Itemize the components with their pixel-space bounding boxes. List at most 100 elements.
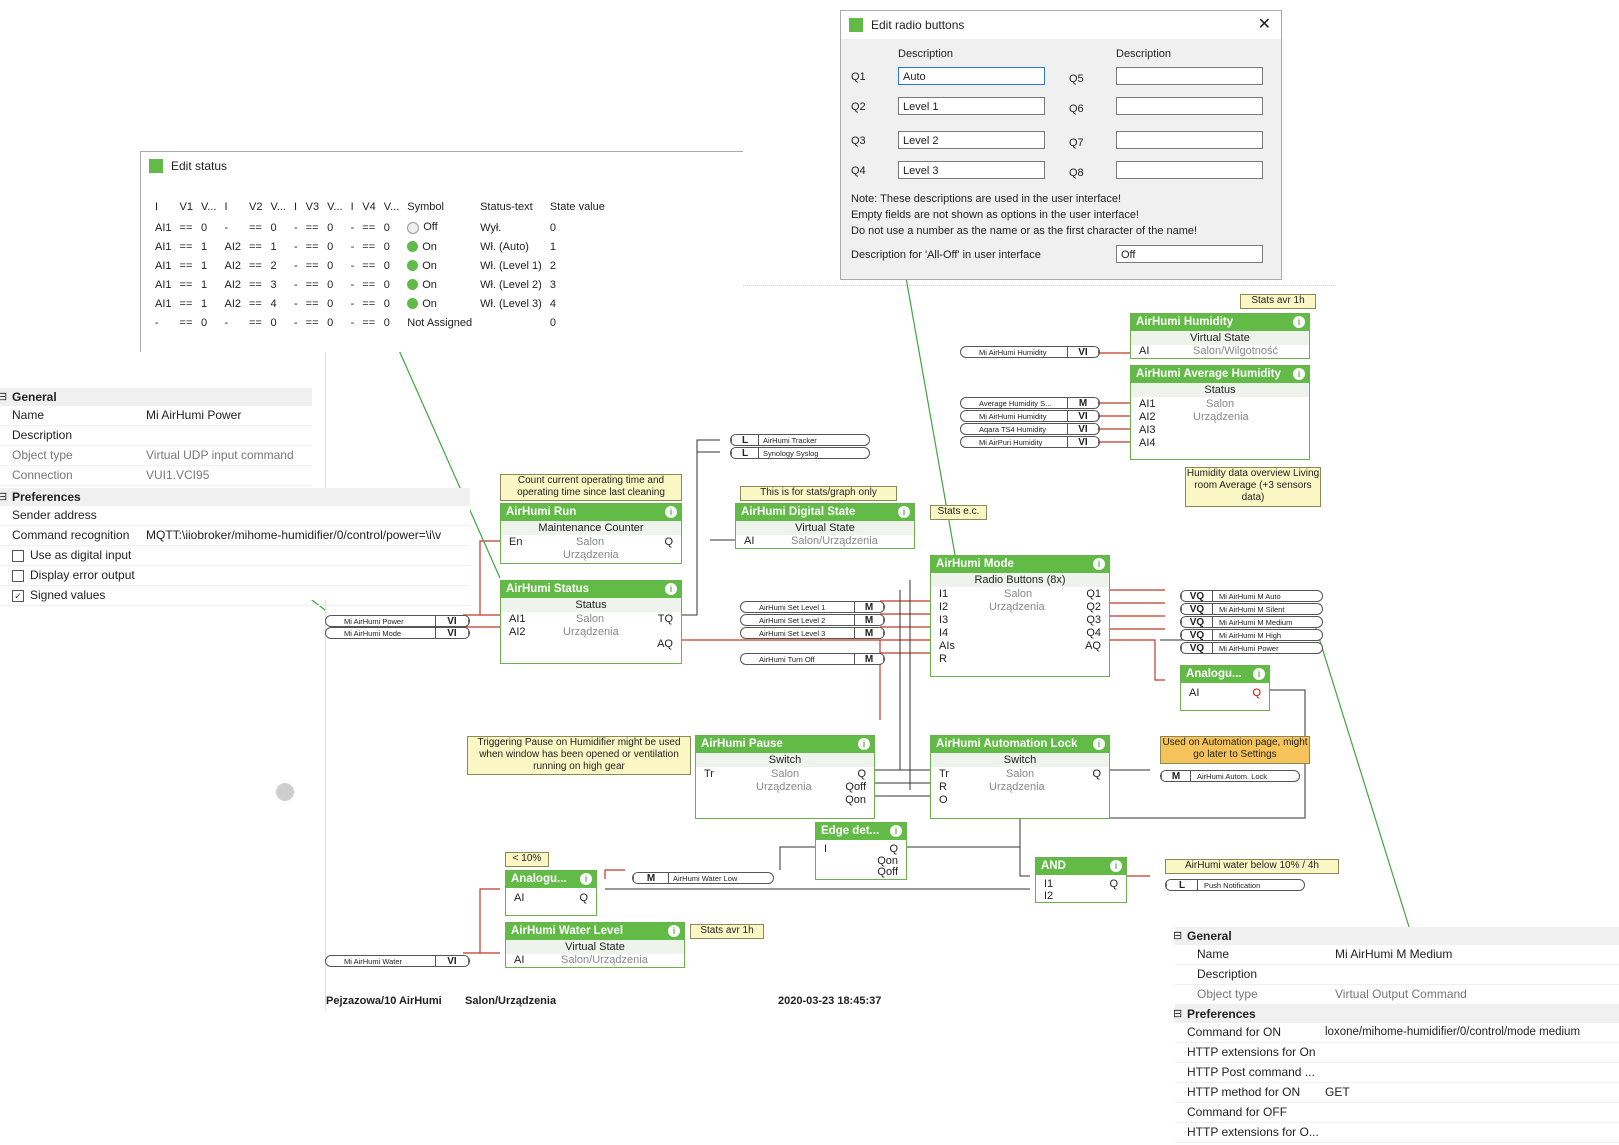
- status-cell[interactable]: 0: [380, 237, 404, 256]
- status-row[interactable]: - == 0- == 0- == 0- == 0 Not Assigned 0: [151, 313, 609, 332]
- status-cell[interactable]: ==: [358, 294, 379, 313]
- section-preferences[interactable]: Preferences: [0, 488, 470, 506]
- description-field-q3[interactable]: Level 2: [898, 131, 1045, 149]
- status-col-header[interactable]: V2: [245, 196, 266, 218]
- properties-panel-general[interactable]: General Name Mi AirHumi Power Description…: [0, 388, 312, 488]
- status-cell[interactable]: ==: [176, 256, 197, 275]
- description-field-q8[interactable]: [1116, 161, 1263, 179]
- checkbox-display-error[interactable]: [12, 569, 24, 582]
- block-airhumi-humidity[interactable]: AirHumi Humidity i Virtual State AI Salon…: [1130, 313, 1310, 359]
- state-value-cell[interactable]: 4: [546, 294, 609, 313]
- status-cell[interactable]: ==: [245, 294, 266, 313]
- status-cell[interactable]: 1: [197, 294, 221, 313]
- status-col-header[interactable]: I: [290, 196, 302, 218]
- status-cell[interactable]: ==: [176, 313, 197, 332]
- status-cell[interactable]: -: [290, 294, 302, 313]
- status-cell[interactable]: 0: [323, 294, 347, 313]
- description-field-q7[interactable]: [1116, 131, 1263, 149]
- state-value-cell[interactable]: 3: [546, 275, 609, 294]
- status-cell[interactable]: 0: [197, 313, 221, 332]
- pill-airhumi-tracker[interactable]: L AirHumi Tracker: [730, 434, 870, 446]
- state-value-cell[interactable]: 0: [546, 218, 609, 237]
- info-icon[interactable]: i: [1253, 668, 1265, 680]
- status-cell[interactable]: AI2: [220, 294, 245, 313]
- status-col-header[interactable]: V4: [358, 196, 379, 218]
- status-text-cell[interactable]: Wł. (Auto): [476, 237, 546, 256]
- status-col-header[interactable]: V3: [302, 196, 323, 218]
- status-row[interactable]: AI1 == 0- == 0- == 0- == 0 Off Wył. 0: [151, 218, 609, 237]
- status-cell[interactable]: -: [347, 313, 359, 332]
- edit-status-dialog[interactable]: Edit status I V1 V... I V2 V... I V3 V... I V4 V...…: [140, 151, 743, 352]
- status-cell[interactable]: 0: [197, 218, 221, 237]
- info-icon[interactable]: i: [890, 825, 902, 837]
- info-icon[interactable]: i: [1293, 368, 1305, 380]
- pill-synology-syslog[interactable]: L Synology Syslog: [730, 447, 870, 459]
- status-cell[interactable]: ==: [358, 237, 379, 256]
- info-icon[interactable]: i: [898, 506, 910, 518]
- status-cell[interactable]: 4: [266, 294, 290, 313]
- status-cell[interactable]: ==: [302, 218, 323, 237]
- dialog-titlebar[interactable]: Edit status: [141, 152, 743, 180]
- status-cell[interactable]: 0: [323, 313, 347, 332]
- note-stats-graph[interactable]: This is for stats/graph only: [740, 486, 897, 501]
- info-icon[interactable]: i: [580, 873, 592, 885]
- status-cell[interactable]: ==: [358, 275, 379, 294]
- status-row[interactable]: AI1 == 1 AI2 == 1- == 0- == 0 On Wł. (Auto) 1: [151, 237, 609, 256]
- status-cell[interactable]: AI1: [151, 294, 176, 313]
- status-symbol-cell[interactable]: Off: [403, 218, 476, 237]
- info-icon[interactable]: i: [1093, 738, 1105, 750]
- pill-mi-airhumi-humidity[interactable]: Mi AirHumi Humidity VI: [960, 346, 1100, 358]
- status-cell[interactable]: ==: [358, 218, 379, 237]
- status-symbol-cell[interactable]: On: [403, 237, 476, 256]
- block-airhumi-automation-lock[interactable]: AirHumi Automation Lock i Switch Tr R O S…: [930, 735, 1110, 819]
- status-cell[interactable]: ==: [358, 313, 379, 332]
- block-airhumi-run[interactable]: AirHumi Run i Maintenance Counter En Salo…: [500, 503, 682, 564]
- note-water-below[interactable]: AirHumi water below 10% / 4h: [1165, 859, 1339, 874]
- status-cell[interactable]: AI1: [151, 256, 176, 275]
- pill-m-medium[interactable]: VQ Mi AirHumi M Medium: [1180, 616, 1323, 628]
- status-cell[interactable]: -: [220, 313, 245, 332]
- status-cell[interactable]: 0: [266, 313, 290, 332]
- description-field-q1[interactable]: Auto: [898, 67, 1045, 85]
- status-text-cell[interactable]: Wł. (Level 2): [476, 275, 546, 294]
- pill-aqara-humidity[interactable]: Aqara TS4 Humidity VI: [960, 423, 1100, 435]
- pill-push-notification[interactable]: L Push Notification: [1165, 879, 1305, 891]
- pill-m-high[interactable]: VQ Mi AirHumi M High: [1180, 629, 1323, 641]
- info-icon[interactable]: i: [1110, 860, 1122, 872]
- status-symbol-cell[interactable]: On: [403, 275, 476, 294]
- note-pause[interactable]: Triggering Pause on Humidifier might be …: [467, 736, 691, 775]
- status-symbol-cell[interactable]: Not Assigned: [403, 313, 476, 332]
- section-preferences[interactable]: Preferences: [1173, 1005, 1619, 1023]
- pill-turn-off[interactable]: AirHumi Turn Off M: [740, 653, 885, 665]
- status-cell[interactable]: ==: [358, 256, 379, 275]
- description-field-q2[interactable]: Level 1: [898, 97, 1045, 115]
- status-cell[interactable]: AI1: [151, 275, 176, 294]
- status-cell[interactable]: ==: [302, 294, 323, 313]
- section-general[interactable]: General: [0, 388, 312, 406]
- status-row[interactable]: AI1 == 1 AI2 == 4- == 0- == 0 On Wł. (Level 3) 4: [151, 294, 609, 313]
- pill-set-level-3[interactable]: AirHumi Set Level 3 M: [740, 627, 885, 639]
- status-cell[interactable]: 0: [323, 275, 347, 294]
- state-value-cell[interactable]: 2: [546, 256, 609, 275]
- status-text-cell[interactable]: Wył.: [476, 218, 546, 237]
- block-airhumi-average-humidity[interactable]: AirHumi Average Humidity i Status AI1 AI2…: [1130, 365, 1310, 460]
- status-col-header[interactable]: V1: [176, 196, 197, 218]
- description-field-q4[interactable]: Level 3: [898, 161, 1045, 179]
- status-col-header[interactable]: I: [220, 196, 245, 218]
- status-col-header[interactable]: I: [347, 196, 359, 218]
- status-cell[interactable]: AI1: [151, 218, 176, 237]
- prop-command-value[interactable]: MQTT:\iiobroker/mihome-humidifier/0/cont…: [146, 526, 441, 545]
- status-cell[interactable]: ==: [176, 275, 197, 294]
- block-airhumi-water-level[interactable]: AirHumi Water Level i Virtual State AI Sa…: [505, 922, 685, 968]
- block-analog-2[interactable]: Analogu... i AI Q: [505, 870, 597, 916]
- status-cell[interactable]: 0: [380, 313, 404, 332]
- note-stats-avr-2[interactable]: Stats avr 1h: [690, 924, 764, 939]
- status-cell[interactable]: -: [290, 256, 302, 275]
- prop-name-value[interactable]: Mi AirHumi Power: [146, 406, 241, 425]
- status-cell[interactable]: 1: [197, 256, 221, 275]
- section-general[interactable]: General: [1173, 927, 1619, 945]
- pill-mi-airhumi-water[interactable]: Mi AirHumi Water VI: [325, 955, 470, 967]
- status-cell[interactable]: AI2: [220, 275, 245, 294]
- status-cell[interactable]: ==: [245, 275, 266, 294]
- prop-method-value[interactable]: GET: [1325, 1083, 1350, 1102]
